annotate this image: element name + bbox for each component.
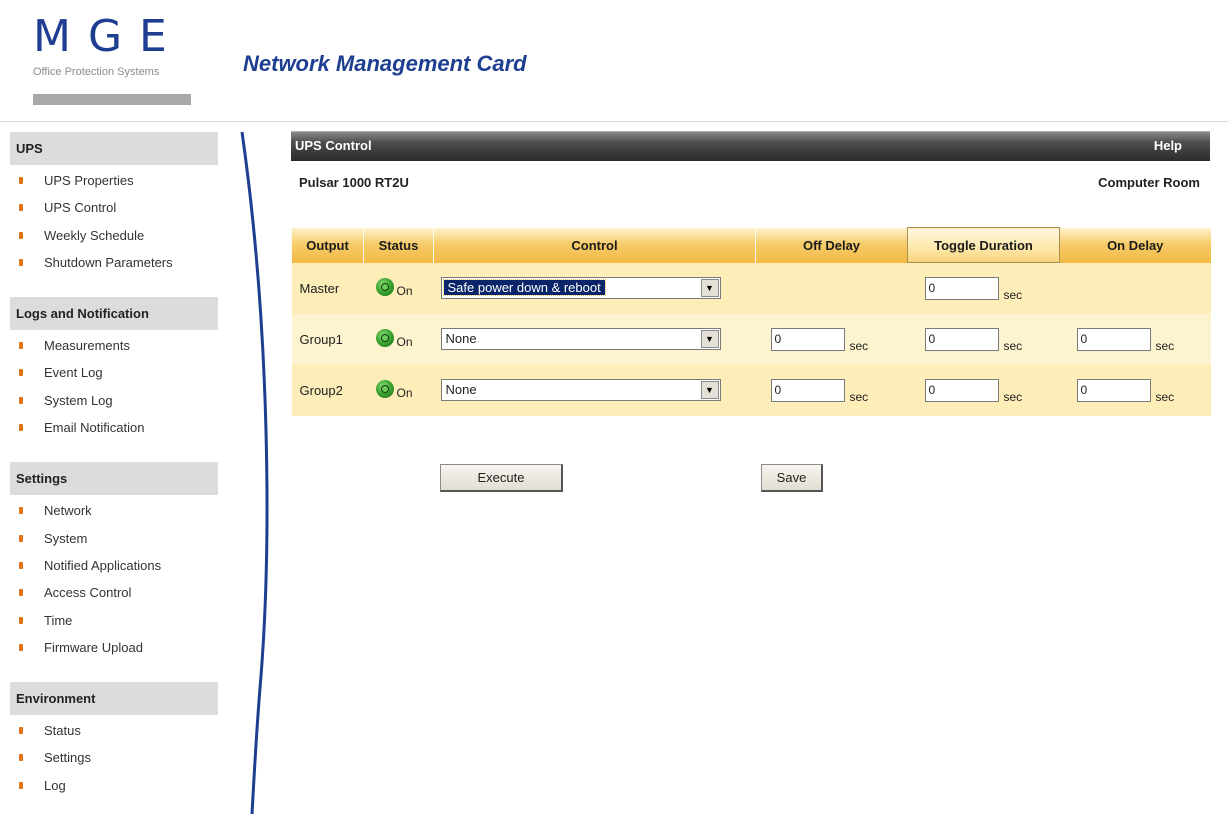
control-select[interactable]: None ▼ [440, 328, 721, 350]
ups-control-table: Output Status Control Off Delay Toggle D… [291, 227, 1211, 416]
save-button[interactable]: Save [761, 464, 823, 492]
help-link[interactable]: Help [1154, 138, 1182, 153]
output-name: Group2 [291, 364, 364, 416]
panel-header: UPS Control Help [291, 131, 1210, 161]
control-select[interactable]: None ▼ [440, 379, 721, 401]
sidebar-item-env-settings[interactable]: Settings [10, 744, 218, 771]
column-header-output[interactable]: Output [291, 227, 364, 263]
status-indicator: On [375, 277, 413, 298]
off-delay-cell [755, 262, 908, 314]
sidebar-item-firmware-upload[interactable]: Firmware Upload [10, 634, 218, 661]
off-delay-input[interactable]: 0 [770, 378, 845, 402]
column-header-toggle-duration[interactable]: Toggle Duration [907, 227, 1060, 263]
execute-button[interactable]: Execute [440, 464, 563, 492]
on-delay-input[interactable]: 0 [1076, 327, 1151, 351]
dropdown-arrow-icon[interactable]: ▼ [700, 330, 719, 348]
off-delay-input[interactable]: 0 [770, 327, 845, 351]
unit-label: sec [1003, 389, 1023, 404]
dropdown-arrow-icon[interactable]: ▼ [700, 279, 719, 297]
toggle-duration-input[interactable]: 0 [924, 276, 999, 300]
ups-location: Computer Room [1098, 175, 1200, 190]
on-delay-cell [1059, 262, 1211, 314]
toggle-duration-input[interactable]: 0 [924, 378, 999, 402]
control-select-value: None [445, 331, 477, 346]
table-row: Group1 On None ▼ 0 sec 0 sec 0 sec [291, 313, 1211, 365]
column-header-status[interactable]: Status [363, 227, 434, 263]
unit-label: sec [849, 389, 869, 404]
nav-section-logs: Logs and Notification Measurements Event… [10, 297, 218, 441]
unit-label: sec [1003, 287, 1023, 302]
unit-label: sec [1003, 338, 1023, 353]
sidebar-nav: UPS UPS Properties UPS Control Weekly Sc… [10, 132, 218, 816]
panel-title: UPS Control [295, 138, 372, 153]
sidebar-item-env-log[interactable]: Log [10, 772, 218, 799]
sidebar-item-weekly-schedule[interactable]: Weekly Schedule [10, 222, 218, 249]
power-on-icon [375, 277, 394, 296]
unit-label: sec [849, 338, 869, 353]
nav-header-environment: Environment [10, 682, 218, 716]
table-row: Master On Safe power down & reboot ▼ 0 s… [291, 262, 1211, 314]
sidebar-item-network[interactable]: Network [10, 497, 218, 524]
column-header-off-delay[interactable]: Off Delay [755, 227, 908, 263]
sidebar-item-system[interactable]: System [10, 525, 218, 552]
power-on-icon [375, 379, 394, 398]
app-title: Network Management Card [243, 51, 527, 76]
output-name: Group1 [291, 313, 364, 365]
dropdown-arrow-icon[interactable]: ▼ [700, 381, 719, 399]
output-name: Master [291, 262, 364, 314]
sidebar-item-shutdown-parameters[interactable]: Shutdown Parameters [10, 249, 218, 276]
sidebar-item-env-status[interactable]: Status [10, 717, 218, 744]
logo-subtitle: Office Protection Systems [33, 66, 160, 78]
sidebar-item-ups-control[interactable]: UPS Control [10, 194, 218, 221]
power-on-icon [375, 328, 394, 347]
status-text: On [396, 385, 413, 400]
nav-header-settings: Settings [10, 462, 218, 496]
column-header-control[interactable]: Control [433, 227, 756, 263]
control-select[interactable]: Safe power down & reboot ▼ [440, 277, 721, 299]
status-indicator: On [375, 328, 413, 349]
logo-bar [33, 94, 191, 105]
nav-section-environment: Environment Status Settings Log [10, 682, 218, 799]
nav-section-ups: UPS UPS Properties UPS Control Weekly Sc… [10, 132, 218, 276]
ups-model: Pulsar 1000 RT2U [299, 175, 409, 190]
header-divider [0, 121, 1228, 122]
toggle-duration-input[interactable]: 0 [924, 327, 999, 351]
sidebar-item-event-log[interactable]: Event Log [10, 359, 218, 386]
nav-section-settings: Settings Network System Notified Applica… [10, 462, 218, 661]
sidebar-item-email-notification[interactable]: Email Notification [10, 414, 218, 441]
sidebar-item-time[interactable]: Time [10, 607, 218, 634]
column-header-on-delay[interactable]: On Delay [1059, 227, 1211, 263]
on-delay-input[interactable]: 0 [1076, 378, 1151, 402]
table-row: Group2 On None ▼ 0 sec 0 sec 0 sec [291, 364, 1211, 416]
sidebar-item-ups-properties[interactable]: UPS Properties [10, 167, 218, 194]
sidebar-item-measurements[interactable]: Measurements [10, 332, 218, 359]
unit-label: sec [1155, 389, 1175, 404]
unit-label: sec [1155, 338, 1175, 353]
nav-header-logs: Logs and Notification [10, 297, 218, 331]
sidebar-item-access-control[interactable]: Access Control [10, 579, 218, 606]
status-text: On [396, 334, 413, 349]
logo-letters: MGE [33, 11, 184, 62]
sidebar-item-notified-applications[interactable]: Notified Applications [10, 552, 218, 579]
mge-logo: MGE Office Protection Systems [33, 14, 193, 105]
sidebar-item-system-log[interactable]: System Log [10, 387, 218, 414]
control-select-value: Safe power down & reboot [442, 279, 606, 296]
nav-header-ups: UPS [10, 132, 218, 165]
table-header-row: Output Status Control Off Delay Toggle D… [291, 227, 1211, 263]
decorative-swoosh [240, 131, 269, 815]
control-select-value: None [445, 382, 477, 397]
status-text: On [396, 283, 413, 298]
status-indicator: On [375, 379, 413, 400]
